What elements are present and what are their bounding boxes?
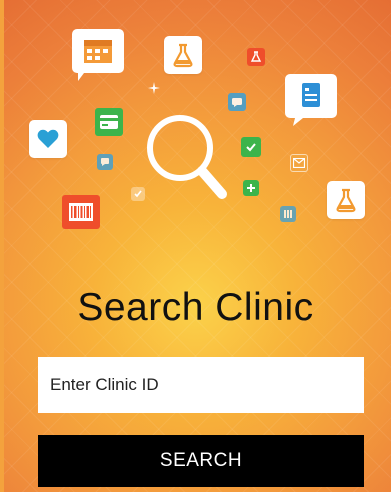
card-icon (95, 108, 123, 136)
plus-icon (243, 180, 259, 196)
flask-icon (164, 36, 202, 74)
document-icon (283, 72, 339, 128)
sparkle-icon (148, 82, 160, 94)
calendar-icon (70, 27, 126, 83)
search-button[interactable]: SEARCH (38, 435, 364, 487)
chat-small-icon (97, 154, 113, 170)
mail-icon (290, 154, 308, 172)
flask-small-icon (247, 48, 265, 66)
search-button-label: SEARCH (159, 450, 243, 471)
barcode-icon (62, 195, 100, 229)
check-icon (241, 137, 261, 157)
clinic-search-screen: Search Clinic SEARCH (0, 0, 391, 492)
page-title: Search Clinic (77, 286, 314, 329)
clinic-id-input[interactable] (38, 357, 364, 413)
heart-icon (29, 120, 67, 158)
check-faint-icon (131, 187, 145, 201)
flask-icon-large (327, 181, 365, 219)
left-edge (0, 0, 4, 492)
magnifier-icon (140, 108, 232, 204)
list-icon (280, 206, 296, 222)
